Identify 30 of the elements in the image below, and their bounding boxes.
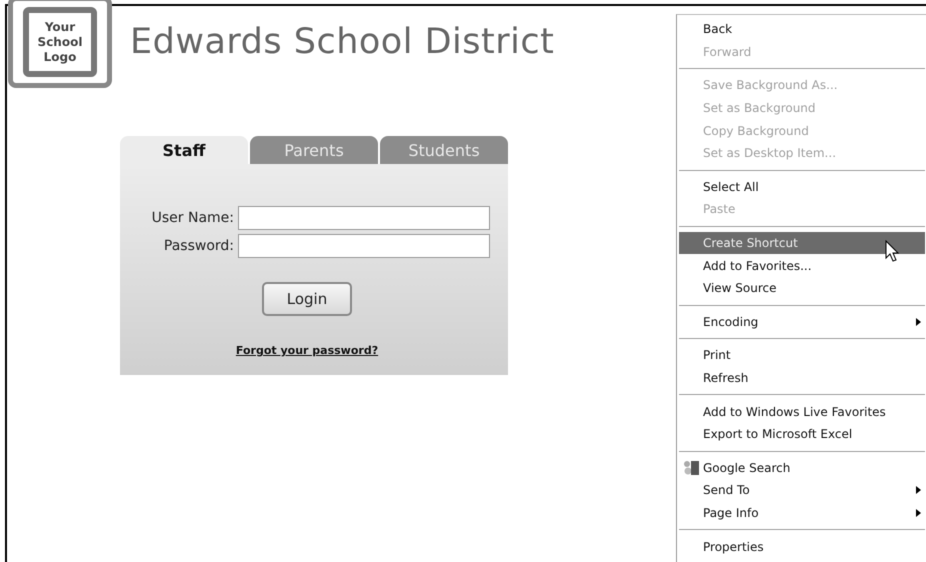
- menu-item[interactable]: Back: [679, 18, 925, 41]
- menu-item[interactable]: Send To: [679, 479, 925, 502]
- cursor-icon: [885, 240, 901, 264]
- menu-item[interactable]: Google Search: [679, 456, 925, 480]
- menu-item[interactable]: View Source: [679, 276, 925, 300]
- forgot-password-link[interactable]: Forgot your password?: [236, 344, 378, 357]
- field-label: User Name:: [150, 210, 234, 226]
- submenu-arrow-icon: [916, 486, 921, 494]
- submenu-arrow-icon: [916, 318, 921, 326]
- input-field[interactable]: [238, 234, 490, 258]
- logo-text: Your: [44, 20, 76, 34]
- menu-item[interactable]: Export to Microsoft Excel: [679, 422, 925, 446]
- submenu-arrow-icon: [916, 508, 921, 517]
- menu-item[interactable]: Create Shortcut: [679, 232, 925, 254]
- menu-item[interactable]: Page Info: [679, 502, 925, 524]
- menu-item[interactable]: Refresh: [679, 366, 925, 390]
- menu-item[interactable]: Properties: [679, 535, 925, 558]
- menu-item[interactable]: Print: [679, 344, 925, 367]
- login-button[interactable]: Login: [262, 282, 352, 316]
- logo-text: School: [38, 34, 82, 50]
- logo-text: Logo: [44, 50, 76, 64]
- input-field[interactable]: [238, 206, 490, 230]
- menu-item[interactable]: Add to Favorites...: [679, 254, 925, 277]
- menu-item[interactable]: Add to Windows Live Favorites: [679, 400, 925, 423]
- field-label: Password:: [162, 238, 234, 254]
- menu-item[interactable]: Encoding: [679, 310, 925, 334]
- people-icon: [683, 460, 699, 476]
- tab[interactable]: Staff: [120, 136, 248, 164]
- page-title: Edwards School District: [130, 22, 554, 62]
- menu-item[interactable]: Select All: [679, 176, 925, 198]
